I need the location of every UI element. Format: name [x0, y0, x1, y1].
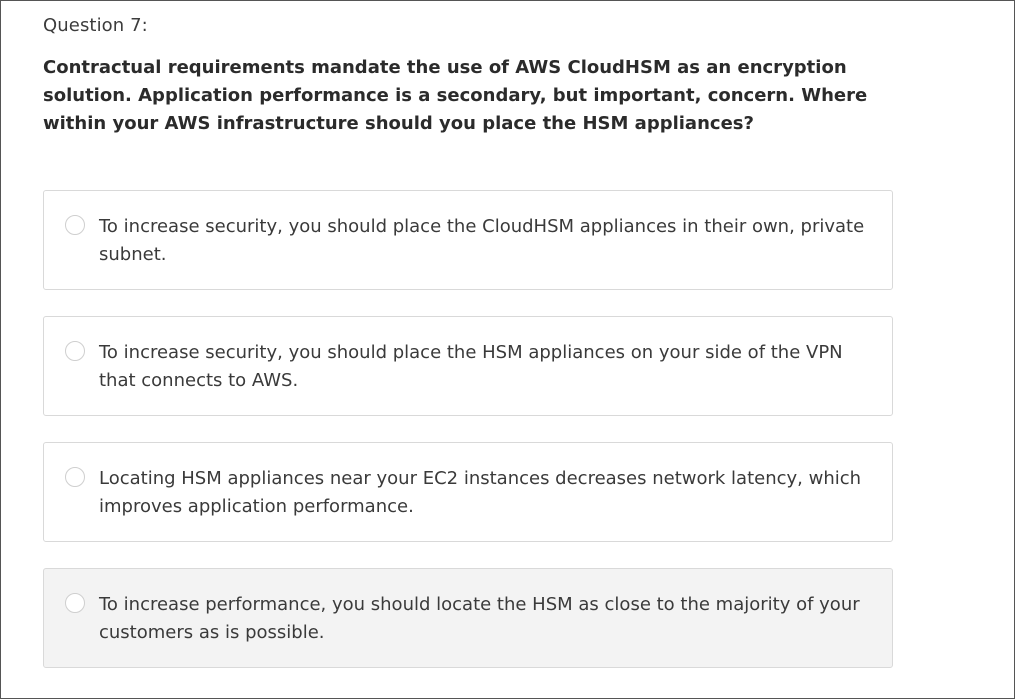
radio-button-4[interactable]	[65, 593, 85, 613]
answer-option-1[interactable]: To increase security, you should place t…	[43, 190, 893, 290]
question-number: Question 7:	[43, 15, 148, 36]
answer-option-2-label: To increase security, you should place t…	[99, 342, 843, 391]
answer-option-4-label: To increase performance, you should loca…	[99, 594, 860, 643]
radio-button-2[interactable]	[65, 341, 85, 361]
answer-option-2[interactable]: To increase security, you should place t…	[43, 316, 893, 416]
answer-option-4[interactable]: To increase performance, you should loca…	[43, 568, 893, 668]
radio-button-1[interactable]	[65, 215, 85, 235]
question-panel: Question 7: Contractual requirements man…	[0, 0, 1015, 699]
answer-option-3-label: Locating HSM appliances near your EC2 in…	[99, 468, 862, 517]
answer-option-3[interactable]: Locating HSM appliances near your EC2 in…	[43, 442, 893, 542]
radio-button-3[interactable]	[65, 467, 85, 487]
answer-option-1-label: To increase security, you should place t…	[99, 216, 865, 265]
question-text: Contractual requirements mandate the use…	[43, 57, 868, 134]
